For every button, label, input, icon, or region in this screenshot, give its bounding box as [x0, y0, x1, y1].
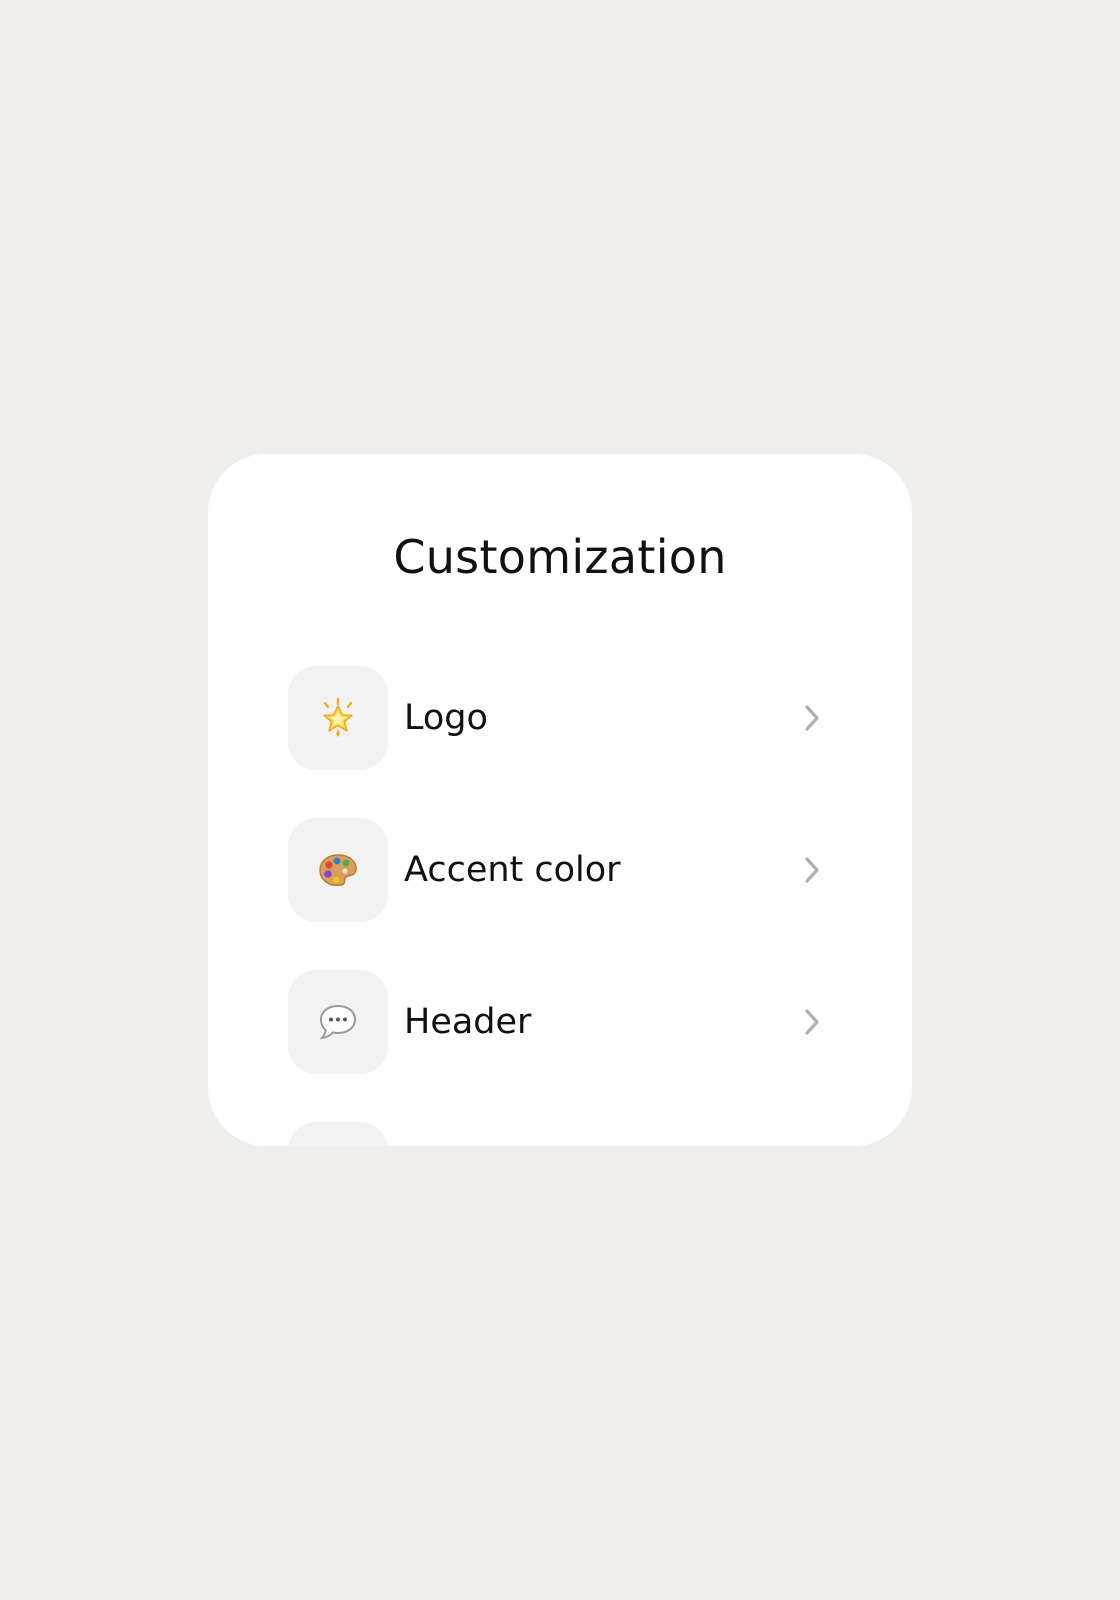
item-label: Header — [404, 1002, 532, 1042]
list-item-logo[interactable]: Logo — [288, 666, 832, 770]
list-item-header[interactable]: Header — [288, 970, 832, 1074]
customization-card: Customization Logo Accent color Header — [208, 454, 912, 1146]
icon-box — [288, 970, 388, 1074]
icon-box — [288, 1122, 388, 1146]
palette-icon — [319, 854, 357, 887]
card-title: Customization — [393, 530, 727, 584]
chevron-right-icon — [800, 1007, 824, 1037]
list-item-accent-color[interactable]: Accent color — [288, 818, 832, 922]
speech-bubble-icon — [319, 1004, 357, 1040]
chevron-right-icon — [800, 703, 824, 733]
customization-list: Logo Accent color Header — [288, 666, 832, 1146]
item-label: Logo — [404, 698, 488, 738]
icon-box — [288, 818, 388, 922]
item-label: Accent color — [404, 850, 621, 890]
chevron-right-icon — [800, 855, 824, 885]
glowing-star-icon — [323, 698, 353, 737]
list-item-partial[interactable] — [288, 1122, 832, 1146]
icon-box — [288, 666, 388, 770]
